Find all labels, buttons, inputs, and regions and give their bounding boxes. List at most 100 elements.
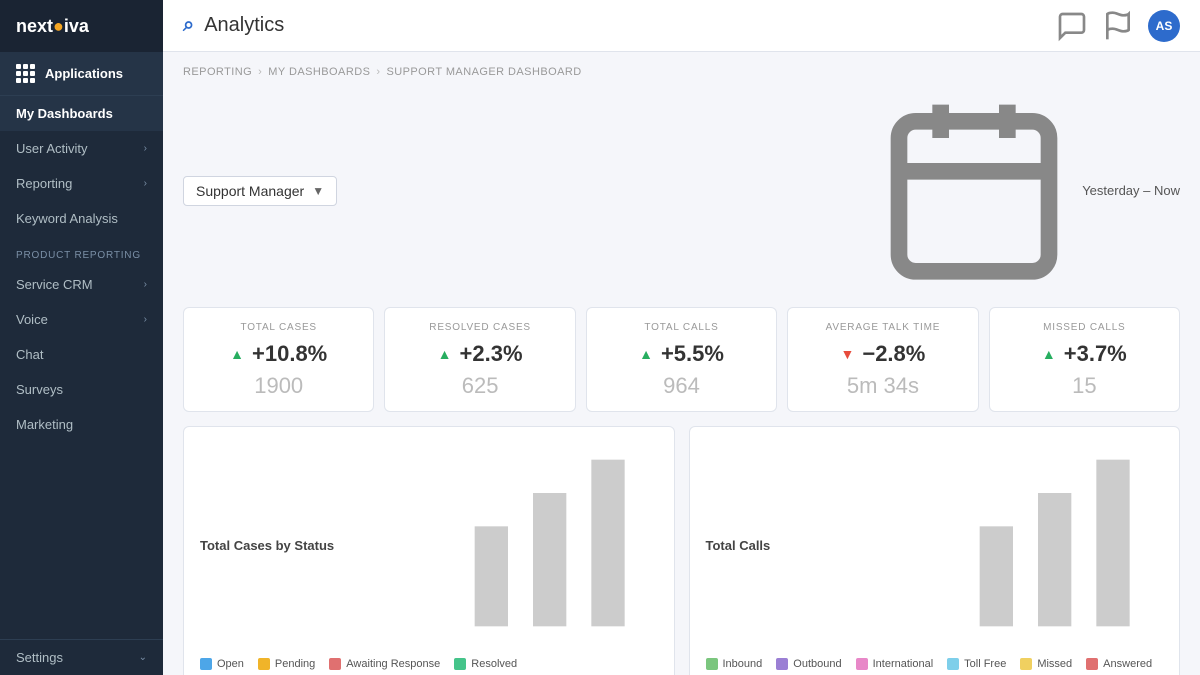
- sidebar-item-reporting[interactable]: Reporting ›: [0, 166, 163, 201]
- kpi-change-value-missed-calls: +3.7%: [1064, 341, 1127, 367]
- date-range-picker[interactable]: Yesterday – Now: [874, 88, 1180, 293]
- sidebar-item-my-dashboards[interactable]: My Dashboards: [0, 96, 163, 131]
- dashboard-header: Support Manager ▼ Yesterday – Now: [183, 88, 1180, 293]
- legend-color-dot: [329, 658, 341, 670]
- sidebar-item-label-reporting: Reporting: [16, 176, 72, 191]
- kpi-value-average-talk-time: 5m 34s: [847, 373, 919, 399]
- sidebar-item-surveys[interactable]: Surveys: [0, 372, 163, 407]
- kpi-arrow-total-calls: ▲: [639, 346, 653, 362]
- kpi-value-missed-calls: 15: [1072, 373, 1096, 399]
- analytics-nav-icon: ⌕: [183, 14, 194, 37]
- legend-label: Awaiting Response: [346, 658, 440, 670]
- sidebar-settings[interactable]: Settings ⌄: [0, 639, 163, 675]
- kpi-card-total-cases: TOTAL CASES▲+10.8%1900: [183, 307, 374, 412]
- charts-row: Total Cases by Status Open Pending Awaitin…: [183, 426, 1180, 675]
- sidebar-item-label-surveys: Surveys: [16, 382, 63, 397]
- legend-label: Answered: [1103, 658, 1152, 670]
- cases-legend: Open Pending Awaiting Response Resolved: [200, 658, 658, 670]
- sidebar-item-chat[interactable]: Chat: [0, 337, 163, 372]
- legend-label: Inbound: [723, 658, 763, 670]
- topbar: ⌕ Analytics AS: [163, 0, 1200, 52]
- sidebar-item-service-crm[interactable]: Service CRM ›: [0, 267, 163, 302]
- calls-chart-bar-icon: [963, 443, 1163, 648]
- calendar-icon: [874, 88, 1074, 293]
- kpi-change-row-resolved-cases: ▲ +2.3%: [438, 341, 523, 367]
- sidebar-item-settings[interactable]: Settings ⌄: [0, 640, 163, 675]
- calls-legend: Inbound Outbound International Toll Free Mis…: [706, 658, 1164, 670]
- user-activity-chevron-icon: ›: [144, 143, 147, 154]
- legend-color-dot: [454, 658, 466, 670]
- logo-text: next●iva: [16, 16, 89, 37]
- legend-item: Open: [200, 658, 244, 670]
- main-area: ⌕ Analytics AS REPORTING › MY DASHBOARDS…: [163, 0, 1200, 675]
- dashboard-dropdown-label: Support Manager: [196, 183, 304, 199]
- applications-label: Applications: [45, 66, 123, 81]
- cases-chart-bar-icon: [458, 443, 658, 648]
- kpi-value-resolved-cases: 625: [462, 373, 499, 399]
- sidebar-item-marketing[interactable]: Marketing: [0, 407, 163, 442]
- sidebar-item-product-reporting: PRODUCT REPORTING: [0, 236, 163, 267]
- legend-item: Resolved: [454, 658, 517, 670]
- kpi-change-value-total-cases: +10.8%: [252, 341, 327, 367]
- voice-chevron-icon: ›: [144, 314, 147, 325]
- dropdown-arrow-icon: ▼: [312, 184, 324, 198]
- sidebar-item-label-service-crm: Service CRM: [16, 277, 93, 292]
- settings-chevron-icon: ⌄: [139, 652, 147, 663]
- sidebar-nav: My Dashboards User Activity › Reporting › Key…: [0, 96, 163, 442]
- legend-item: Outbound: [776, 658, 841, 670]
- legend-color-dot: [258, 658, 270, 670]
- sidebar-item-voice[interactable]: Voice ›: [0, 302, 163, 337]
- sidebar-item-label-user-activity: User Activity: [16, 141, 88, 156]
- legend-item: Pending: [258, 658, 315, 670]
- kpi-card-resolved-cases: RESOLVED CASES▲+2.3%625: [384, 307, 575, 412]
- bc-my-dashboards: MY DASHBOARDS: [268, 66, 370, 78]
- legend-item: Toll Free: [947, 658, 1006, 670]
- legend-item: Answered: [1086, 658, 1152, 670]
- kpi-label-total-calls: TOTAL CALLS: [644, 322, 718, 333]
- kpi-card-average-talk-time: AVERAGE TALK TIME▼−2.8%5m 34s: [787, 307, 978, 412]
- kpi-card-missed-calls: MISSED CALLS▲+3.7%15: [989, 307, 1180, 412]
- kpi-arrow-average-talk-time: ▼: [840, 346, 854, 362]
- legend-item: Missed: [1020, 658, 1072, 670]
- date-range-label: Yesterday – Now: [1082, 183, 1180, 198]
- bc-reporting: REPORTING: [183, 66, 252, 78]
- calls-chart-title: Total Calls: [706, 538, 771, 553]
- kpi-arrow-total-cases: ▲: [230, 346, 244, 362]
- content-area: REPORTING › MY DASHBOARDS › SUPPORT MANA…: [163, 52, 1200, 675]
- chat-icon-button[interactable]: [1056, 10, 1088, 42]
- reporting-chevron-icon: ›: [144, 178, 147, 189]
- legend-label: Missed: [1037, 658, 1072, 670]
- flag-icon-button[interactable]: [1102, 10, 1134, 42]
- legend-label: Outbound: [793, 658, 841, 670]
- cases-by-status-chart: Total Cases by Status Open Pending Awaitin…: [183, 426, 675, 675]
- sidebar-logo: next●iva: [0, 0, 163, 52]
- user-avatar[interactable]: AS: [1148, 10, 1180, 42]
- apps-grid-icon: [16, 64, 35, 83]
- kpi-arrow-resolved-cases: ▲: [438, 346, 452, 362]
- legend-item: International: [856, 658, 934, 670]
- topbar-left: ⌕ Analytics: [183, 14, 284, 37]
- legend-label: Toll Free: [964, 658, 1006, 670]
- total-calls-chart: Total Calls Inbound Outbound International…: [689, 426, 1181, 675]
- sidebar-item-label-my-dashboards: My Dashboards: [16, 106, 113, 121]
- service-crm-chevron-icon: ›: [144, 279, 147, 290]
- sidebar-item-label-voice: Voice: [16, 312, 48, 327]
- chart-header-calls: Total Calls: [706, 443, 1164, 648]
- kpi-change-value-resolved-cases: +2.3%: [460, 341, 523, 367]
- dashboard-dropdown[interactable]: Support Manager ▼: [183, 176, 337, 206]
- kpi-change-value-average-talk-time: −2.8%: [862, 341, 925, 367]
- page-title: Analytics: [204, 14, 284, 37]
- chart-header-cases: Total Cases by Status: [200, 443, 658, 648]
- sidebar-item-label-keyword-analysis: Keyword Analysis: [16, 211, 118, 226]
- kpi-change-value-total-calls: +5.5%: [661, 341, 724, 367]
- sidebar-item-label-chat: Chat: [16, 347, 43, 362]
- topbar-right: AS: [1056, 10, 1180, 42]
- legend-color-dot: [706, 658, 718, 670]
- kpi-arrow-missed-calls: ▲: [1042, 346, 1056, 362]
- legend-color-dot: [1086, 658, 1098, 670]
- sidebar-apps-item[interactable]: Applications: [0, 52, 163, 96]
- sidebar-item-user-activity[interactable]: User Activity ›: [0, 131, 163, 166]
- legend-item: Inbound: [706, 658, 763, 670]
- legend-item: Awaiting Response: [329, 658, 440, 670]
- sidebar-item-keyword-analysis[interactable]: Keyword Analysis: [0, 201, 163, 236]
